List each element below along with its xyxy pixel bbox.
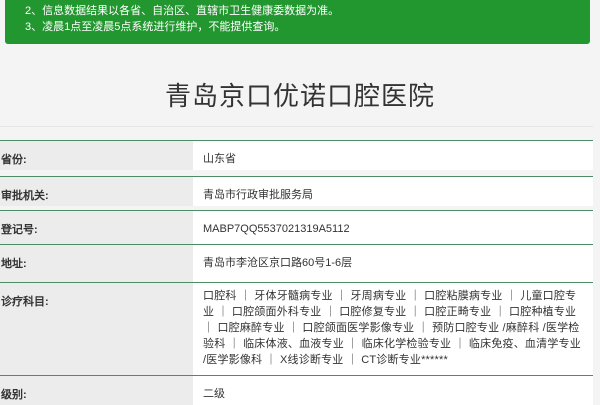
notice-line-3: 3、凌晨1点至凌晨5点系统进行维护，不能提供查询。 bbox=[25, 21, 286, 33]
row-level: 级别: 二级 bbox=[0, 375, 593, 405]
value-registration-number: MABP7QQ5537021319A5112 bbox=[193, 211, 593, 244]
page-title: 青岛京口优诺口腔医院 bbox=[164, 81, 435, 111]
notice-line-2: 2、信息数据结果以各省、自治区、直辖市卫生健康委数据为准。 bbox=[25, 5, 340, 17]
row-address: 地址: 青岛市李沧区京口路60号1-6层 bbox=[0, 244, 593, 282]
row-departments: 诊疗科目: 口腔科 ｜ 牙体牙髓病专业 ｜ 牙周病专业 ｜ 口腔粘膜病专业 ｜ … bbox=[0, 282, 593, 375]
label-registration-number: 登记号: bbox=[0, 211, 193, 244]
notice-banner: 2、信息数据结果以各省、自治区、直辖市卫生健康委数据为准。 3、凌晨1点至凌晨5… bbox=[5, 0, 590, 44]
row-province: 省份: 山东省 bbox=[0, 140, 593, 170]
label-level: 级别: bbox=[0, 376, 193, 405]
value-province: 山东省 bbox=[193, 141, 593, 170]
row-registration-number: 登记号: MABP7QQ5537021319A5112 bbox=[0, 210, 593, 244]
label-approval-authority: 审批机关: bbox=[0, 177, 193, 206]
row-approval-authority: 审批机关: 青岛市行政审批服务局 bbox=[0, 176, 593, 206]
value-address: 青岛市李沧区京口路60号1-6层 bbox=[193, 245, 593, 282]
label-departments: 诊疗科目: bbox=[0, 283, 193, 375]
title-divider bbox=[0, 126, 593, 127]
label-province: 省份: bbox=[0, 141, 193, 170]
value-level: 二级 bbox=[193, 376, 593, 405]
value-approval-authority: 青岛市行政审批服务局 bbox=[193, 177, 593, 206]
label-address: 地址: bbox=[0, 245, 193, 282]
value-departments: 口腔科 ｜ 牙体牙髓病专业 ｜ 牙周病专业 ｜ 口腔粘膜病专业 ｜ 儿童口腔专业… bbox=[193, 283, 593, 375]
